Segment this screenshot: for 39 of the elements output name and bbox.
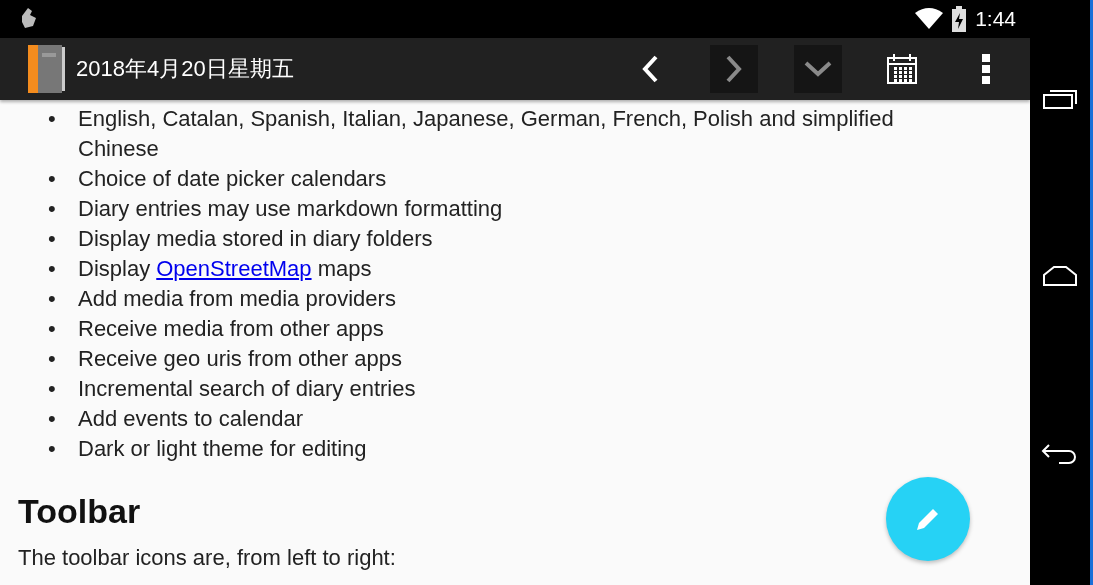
feature-item: English, Catalan, Spanish, Italian, Japanese, German, French, Polish and simplified Chinese xyxy=(78,105,895,163)
feature-item: Add events to calendar xyxy=(78,405,304,433)
chevron-left-icon xyxy=(640,54,660,84)
bullet-mark: • xyxy=(48,105,57,133)
battery-icon xyxy=(951,6,968,32)
bullet-mark: • xyxy=(48,435,57,463)
feature-item: Diary entries may use markdown formatting xyxy=(78,195,503,223)
section-heading: Toolbar xyxy=(18,492,141,531)
recent-apps-icon xyxy=(1042,87,1078,110)
bullet-mark: • xyxy=(48,375,57,403)
home-button[interactable] xyxy=(1042,265,1078,288)
feature-item: Display OpenStreetMap maps xyxy=(78,255,372,283)
more-icon xyxy=(981,53,991,85)
recent-apps-button[interactable] xyxy=(1042,87,1078,110)
bullet-mark: • xyxy=(48,315,57,343)
openstreetmap-link[interactable]: OpenStreetMap xyxy=(156,256,312,281)
bullet-mark: • xyxy=(48,285,57,313)
feature-item: Receive media from other apps xyxy=(78,315,384,343)
bullet-mark: • xyxy=(48,345,57,373)
bullet-mark: • xyxy=(48,405,57,433)
paragraph-text: The toolbar icons are, from left to right: xyxy=(18,545,396,571)
bullet-mark: • xyxy=(48,225,57,253)
feature-item: Incremental search of diary entries xyxy=(78,375,416,403)
feature-item: Dark or light theme for editing xyxy=(78,435,367,463)
bullet-mark: • xyxy=(48,195,57,223)
bullet-mark: • xyxy=(48,255,57,283)
notebook-icon xyxy=(26,45,66,93)
chevron-right-icon xyxy=(724,54,744,84)
calendar-icon xyxy=(886,53,918,85)
date-title: 2018年4月20日星期五 xyxy=(76,55,295,83)
chevron-down-icon xyxy=(803,60,833,78)
home-icon xyxy=(1042,265,1078,288)
bullet-mark: • xyxy=(48,165,57,193)
clock-time: 1:44 xyxy=(975,7,1016,31)
wifi-icon xyxy=(915,8,944,30)
feature-item: Display media stored in diary folders xyxy=(78,225,433,253)
feature-item: Receive geo uris from other apps xyxy=(78,345,403,373)
feature-item: Add media from media providers xyxy=(78,285,396,313)
feature-item: Choice of date picker calendars xyxy=(78,165,387,193)
